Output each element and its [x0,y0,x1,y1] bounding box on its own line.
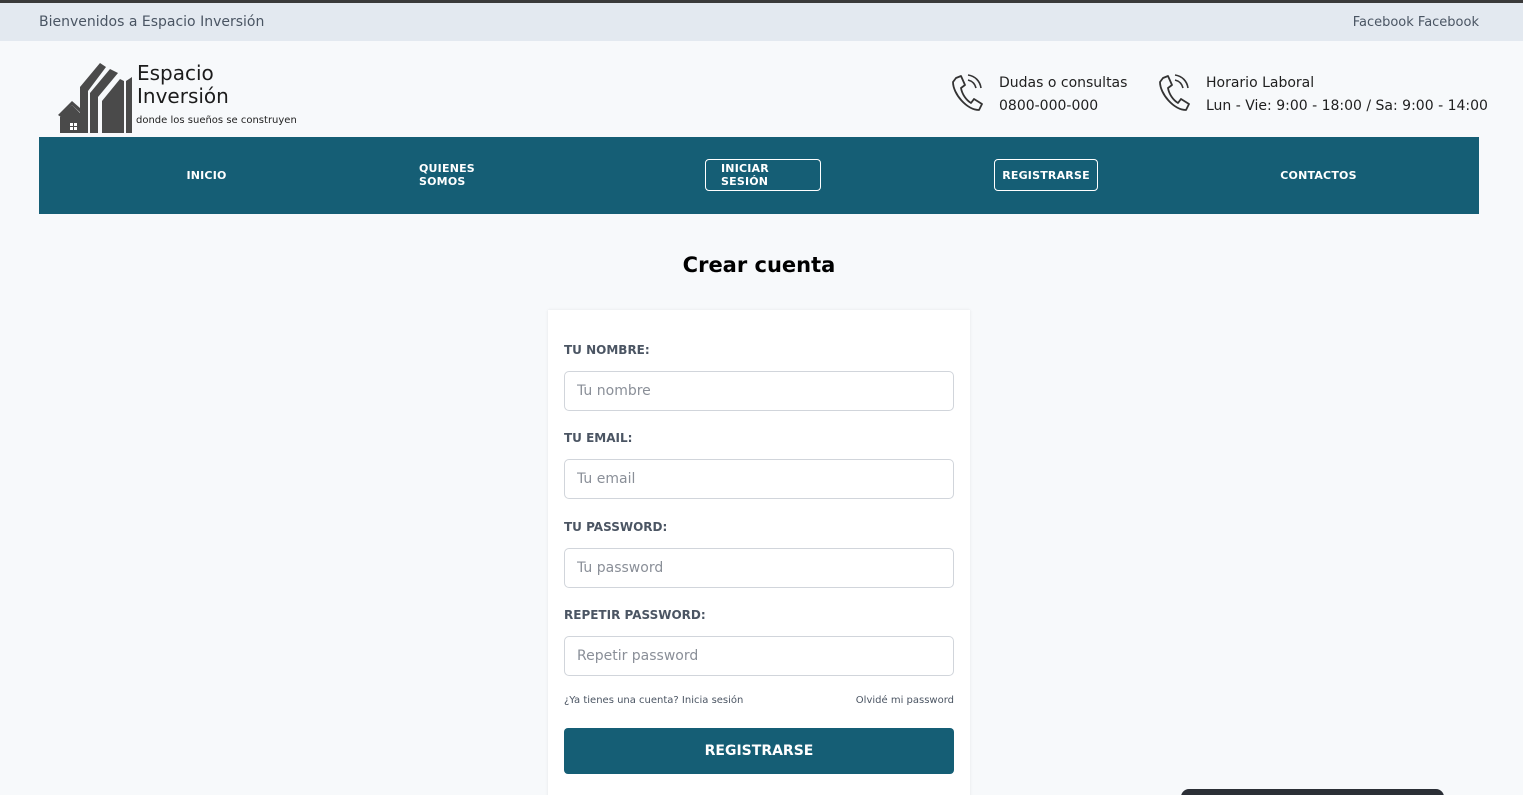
nav-iniciar-sesion[interactable]: INICIAR SESIÓN [705,159,821,191]
main-nav: INICIO QUIENES SOMOS INICIAR SESIÓN REGI… [39,137,1479,214]
nav-registrarse[interactable]: REGISTRARSE [994,159,1098,191]
logo-line-1: Espacio [137,61,214,85]
building-logo-icon [58,63,132,133]
email-input[interactable] [564,459,954,499]
login-link[interactable]: ¿Ya tienes una cuenta? Inicia sesión [564,695,743,706]
chat-widget[interactable] [1181,789,1444,795]
nav-inicio[interactable]: INICIO [179,159,234,191]
email-label: TU EMAIL: [564,431,633,445]
contact-horario: Horario Laboral Lun - Vie: 9:00 - 18:00 … [1156,72,1488,118]
register-form: TU NOMBRE: TU EMAIL: TU PASSWORD: REPETI… [548,310,970,795]
nav-contactos[interactable]: CONTACTOS [1279,159,1358,191]
header: Espacio Inversión donde los sueños se co… [0,41,1523,134]
register-submit-button[interactable]: REGISTRARSE [564,728,954,774]
nav-quienes-somos[interactable]: QUIENES SOMOS [419,159,524,191]
logo-line-2: Inversión [137,84,229,108]
welcome-text: Bienvenidos a Espacio Inversión [39,14,265,30]
facebook-link[interactable]: Facebook Facebook [1353,15,1479,30]
repeat-password-input[interactable] [564,636,954,676]
name-input[interactable] [564,371,954,411]
repeat-password-label: REPETIR PASSWORD: [564,608,706,622]
name-label: TU NOMBRE: [564,343,650,357]
forgot-password-link[interactable]: Olvidé mi password [856,695,954,706]
contact-title: Dudas o consultas [999,75,1128,91]
password-input[interactable] [564,548,954,588]
password-label: TU PASSWORD: [564,520,668,534]
top-bar: Bienvenidos a Espacio Inversión Facebook… [0,3,1523,41]
contact-detail: Lun - Vie: 9:00 - 18:00 / Sa: 9:00 - 14:… [1206,98,1488,114]
phone-icon [1159,74,1190,111]
logo-tagline: donde los sueños se construyen [136,115,297,126]
form-links: ¿Ya tienes una cuenta? Inicia sesión Olv… [564,695,954,706]
contact-detail: 0800-000-000 [999,98,1099,114]
contact-consultas: Dudas o consultas 0800-000-000 [949,72,1127,118]
site-logo[interactable]: Espacio Inversión donde los sueños se co… [58,57,298,133]
phone-icon [952,74,983,111]
contact-title: Horario Laboral [1206,75,1315,91]
page-title: Crear cuenta [682,253,836,277]
